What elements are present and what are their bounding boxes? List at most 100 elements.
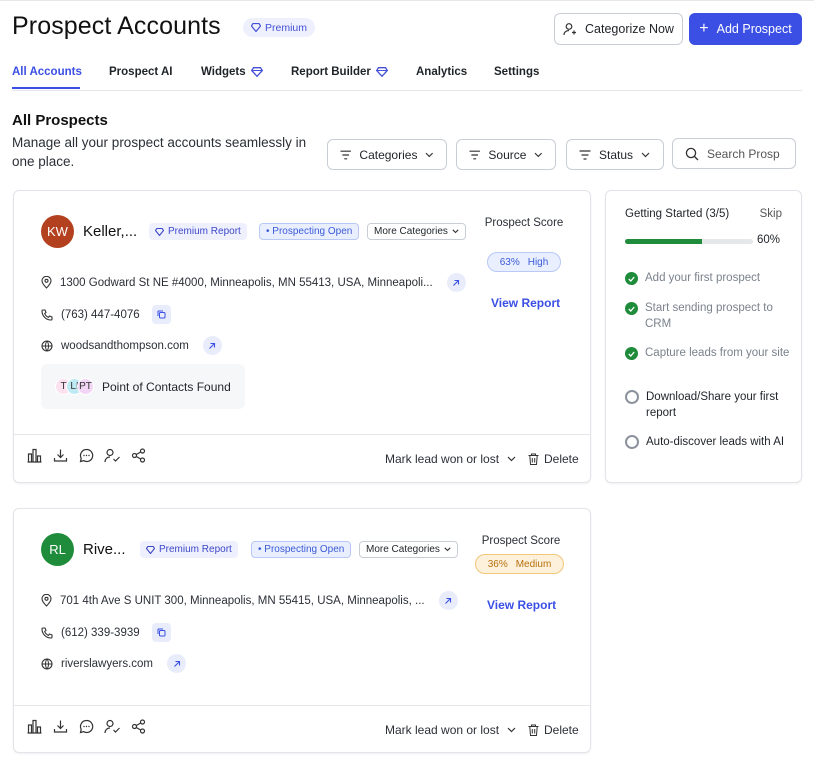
mark-lead-label: Mark lead won or lost	[385, 452, 500, 466]
delete-button[interactable]: Delete	[528, 723, 579, 737]
copy-icon[interactable]	[151, 305, 171, 324]
more-categories-dropdown[interactable]: More Categories	[359, 541, 458, 558]
progress-percent: 60%	[757, 234, 781, 246]
more-categories-dropdown[interactable]: More Categories	[367, 223, 466, 240]
tab-analytics[interactable]: Analytics	[416, 66, 467, 78]
prospecting-status-pill: • Prospecting Open	[251, 541, 352, 558]
status-filter[interactable]: Status	[566, 139, 664, 170]
map-pin-icon	[41, 594, 52, 607]
add-prospect-button[interactable]: + Add Prospect	[689, 13, 802, 45]
external-link-icon[interactable]	[438, 591, 458, 610]
prospect-score-label: Prospect Score	[484, 217, 564, 229]
check-circle-icon	[625, 272, 638, 285]
tab-label: Analytics	[416, 66, 468, 78]
search-input[interactable]: Search Prosp	[672, 138, 796, 169]
user-check-icon[interactable]	[104, 448, 121, 463]
address-row: 701 4th Ave S UNIT 300, Minneapolis, MN …	[41, 591, 458, 610]
mark-lead-dropdown[interactable]: Mark lead won or lost	[385, 723, 516, 737]
checklist-item[interactable]: Download/Share your first report	[625, 389, 790, 421]
page-title: Prospect Accounts	[12, 12, 221, 40]
checklist-label: Auto-discover leads with AI	[646, 436, 785, 448]
prospect-score-badge: 36% Medium	[475, 554, 564, 574]
card-actions: Mark lead won or lost Delete	[14, 705, 590, 753]
view-report-link[interactable]: View Report	[491, 296, 560, 310]
categorize-now-label: Categorize Now	[585, 22, 674, 36]
skip-link[interactable]: Skip	[760, 208, 782, 220]
premium-report-pill[interactable]: Premium Report	[140, 541, 238, 558]
external-link-icon[interactable]	[446, 273, 466, 292]
tab-widgets[interactable]: Widgets	[201, 66, 263, 78]
point-of-contacts-card[interactable]: T LI PT Point of Contacts Found	[41, 364, 245, 409]
website-row: woodsandthompson.com	[41, 336, 222, 355]
prospect-score-badge: 63% High	[487, 252, 561, 272]
chevron-down-icon	[425, 152, 434, 157]
copy-icon[interactable]	[151, 623, 171, 642]
categorize-now-button[interactable]: Categorize Now	[554, 13, 683, 45]
chat-icon[interactable]	[79, 448, 94, 463]
account-name[interactable]: Rive...	[83, 541, 126, 558]
empty-circle-icon	[625, 435, 639, 449]
check-circle-icon	[625, 347, 638, 360]
prospect-score-label: Prospect Score	[481, 535, 561, 547]
chart-icon[interactable]	[27, 719, 42, 734]
tab-report-builder[interactable]: Report Builder	[291, 66, 388, 78]
check-circle-icon	[625, 302, 638, 315]
source-filter[interactable]: Source	[456, 139, 556, 170]
avatar: RL	[41, 533, 74, 566]
search-icon	[685, 147, 699, 160]
chat-icon[interactable]	[79, 719, 94, 734]
diamond-icon	[155, 227, 164, 236]
contact-avatar: PT	[77, 378, 94, 395]
checklist-item[interactable]: Auto-discover leads with AI	[625, 434, 790, 450]
phone-text: (763) 447-4076	[61, 308, 140, 321]
delete-label: Delete	[544, 723, 579, 737]
website-row: riverslawyers.com	[41, 654, 187, 673]
tab-settings[interactable]: Settings	[494, 66, 539, 78]
add-prospect-label: Add Prospect	[716, 22, 792, 36]
checklist-item[interactable]: Start sending prospect to CRM	[625, 300, 790, 332]
external-link-icon[interactable]	[167, 654, 187, 673]
premium-badge-label: Premium	[265, 21, 308, 34]
chevron-down-icon	[507, 727, 516, 733]
search-placeholder: Search Prosp	[707, 146, 780, 161]
globe-icon	[41, 339, 53, 352]
filter-icon	[469, 150, 480, 159]
mark-lead-dropdown[interactable]: Mark lead won or lost	[385, 452, 516, 466]
phone-icon	[41, 308, 53, 321]
checklist-item[interactable]: Add your first prospect	[625, 270, 790, 286]
checklist-item[interactable]: Capture leads from your site	[625, 345, 790, 361]
view-report-link[interactable]: View Report	[487, 598, 556, 612]
prospecting-status-pill: • Prospecting Open	[259, 223, 360, 240]
pill-label: Premium Report	[159, 544, 232, 555]
categories-filter[interactable]: Categories	[327, 139, 447, 170]
external-link-icon[interactable]	[202, 336, 222, 355]
delete-button[interactable]: Delete	[528, 452, 579, 466]
diamond-icon	[146, 545, 155, 554]
map-pin-icon	[41, 276, 52, 289]
pill-label: • Prospecting Open	[258, 544, 345, 555]
getting-started-title: Getting Started (3/5)	[625, 208, 730, 220]
diamond-icon	[250, 67, 263, 77]
website-link[interactable]: riverslawyers.com	[61, 658, 153, 670]
website-link[interactable]: woodsandthompson.com	[61, 340, 189, 352]
premium-report-pill[interactable]: Premium Report	[149, 223, 247, 240]
tab-label: Settings	[494, 66, 540, 78]
chart-icon[interactable]	[27, 448, 42, 463]
tab-prospect-ai[interactable]: Prospect AI	[109, 66, 172, 78]
share-icon[interactable]	[131, 448, 146, 463]
user-check-icon[interactable]	[104, 719, 121, 734]
address-text: 1300 Godward St NE #4000, Minneapolis, M…	[60, 276, 433, 289]
account-name[interactable]: Keller,...	[83, 223, 137, 240]
share-icon[interactable]	[131, 719, 146, 734]
diamond-icon	[375, 67, 388, 77]
globe-icon	[41, 657, 53, 670]
download-icon[interactable]	[53, 448, 68, 463]
pill-label: • Prospecting Open	[266, 226, 353, 237]
prospect-card: KW Keller,... Premium Report • Prospecti…	[13, 190, 591, 483]
tab-all-accounts[interactable]: All Accounts	[12, 66, 82, 78]
user-tag-icon	[563, 23, 577, 36]
download-icon[interactable]	[53, 719, 68, 734]
chevron-down-icon	[452, 229, 459, 234]
progress-fill	[625, 239, 702, 244]
pill-label: Premium Report	[168, 226, 241, 237]
